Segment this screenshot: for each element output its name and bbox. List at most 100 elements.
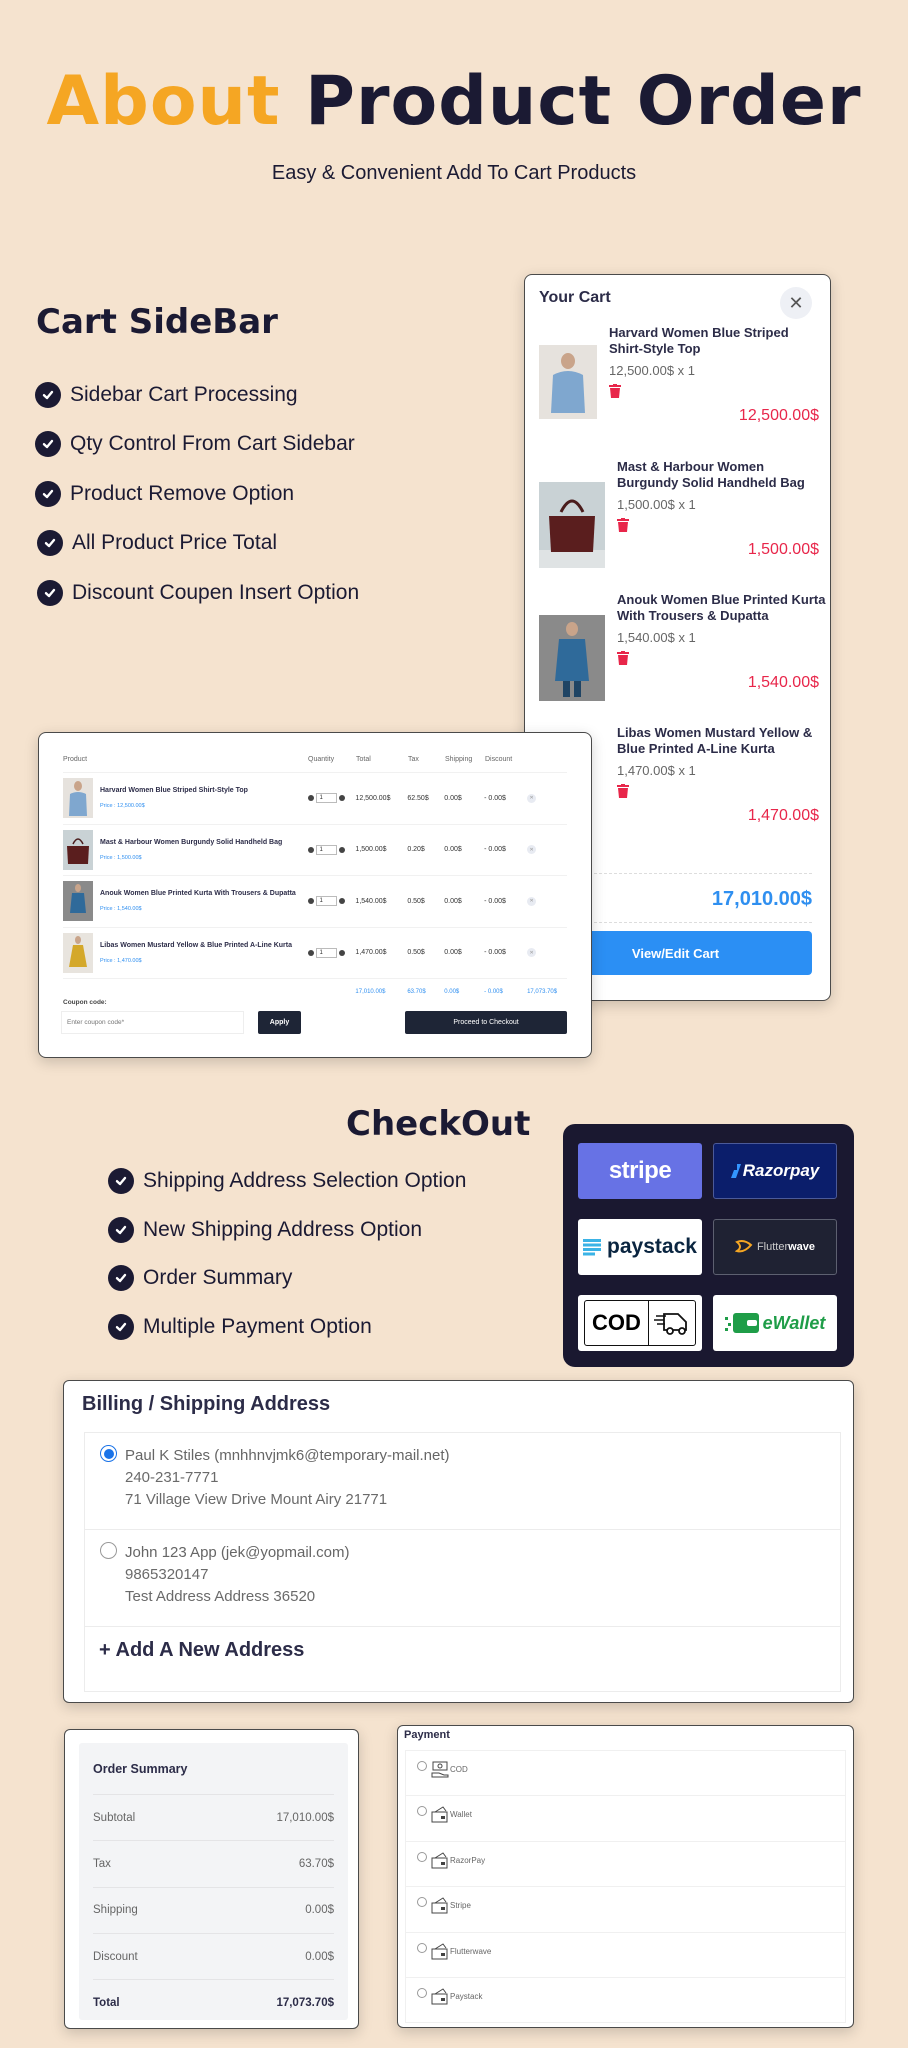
plus-icon[interactable] bbox=[338, 795, 345, 802]
cart-item-name[interactable]: Harvard Women Blue Striped Shirt-Style T… bbox=[609, 325, 819, 357]
product-thumbnail[interactable] bbox=[539, 615, 605, 701]
ewallet-logo[interactable]: eWallet bbox=[713, 1295, 837, 1351]
quantity-input[interactable]: 1 bbox=[315, 896, 337, 907]
payment-option-razorpay[interactable]: RazorPay bbox=[406, 1842, 845, 1888]
cart-item-name[interactable]: Mast & Harbour Women Burgundy Solid Hand… bbox=[617, 459, 827, 491]
cart-item-qty: 1,500.00$ x 1 bbox=[617, 497, 696, 512]
payment-radio[interactable] bbox=[417, 1806, 427, 1817]
paystack-logo[interactable]: paystack bbox=[578, 1219, 702, 1275]
razorpay-logo[interactable]: Razorpay bbox=[713, 1143, 837, 1199]
feature-item: Multiple Payment Option bbox=[108, 1303, 466, 1352]
cart-item-qty: 1,470.00$ x 1 bbox=[617, 763, 696, 778]
address-card: Billing / Shipping Address Paul K Stiles… bbox=[63, 1380, 854, 1703]
quantity-input[interactable]: 1 bbox=[315, 947, 337, 958]
cart-table-panel: Product Quantity Total Tax Shipping Disc… bbox=[38, 732, 592, 1058]
remove-item-icon[interactable]: ✕ bbox=[527, 845, 537, 855]
address-option[interactable]: Paul K Stiles (mnhhnvjmk6@temporary-mail… bbox=[85, 1433, 840, 1530]
cod-logo[interactable]: COD bbox=[578, 1295, 702, 1351]
product-thumbnail[interactable] bbox=[63, 778, 93, 819]
cart-item-price: 1,470.00$ bbox=[747, 807, 819, 824]
flutterwave-icon bbox=[734, 1240, 753, 1253]
product-thumbnail[interactable] bbox=[63, 932, 93, 973]
wallet-icon bbox=[724, 1313, 759, 1333]
minus-icon[interactable] bbox=[307, 846, 314, 853]
coupon-input[interactable] bbox=[61, 1011, 244, 1034]
check-circle-icon bbox=[37, 579, 63, 606]
payment-option-wallet[interactable]: Wallet bbox=[406, 1796, 845, 1842]
remove-item-icon[interactable]: ✕ bbox=[527, 793, 537, 803]
add-new-address-button[interactable]: + Add A New Address bbox=[99, 1639, 304, 1662]
order-summary-title: Order Summary bbox=[93, 1743, 334, 1795]
cart-item-name[interactable]: Libas Women Mustard Yellow & Blue Printe… bbox=[617, 725, 827, 757]
checkout-heading: CheckOut bbox=[346, 1104, 531, 1144]
payment-methods-card: Payment COD Wallet RazorPay Stripe Flutt… bbox=[397, 1725, 854, 2028]
summary-row: Discount 0.00$ bbox=[93, 1934, 334, 1981]
cart-item: Anouk Women Blue Printed Kurta With Trou… bbox=[539, 592, 826, 712]
address-phone: 240-231-7771 bbox=[125, 1469, 219, 1486]
proceed-to-checkout-button[interactable]: Proceed to Checkout bbox=[405, 1011, 567, 1034]
trash-icon[interactable] bbox=[617, 518, 629, 532]
feature-item: New Shipping Address Option bbox=[108, 1206, 466, 1255]
payment-radio[interactable] bbox=[417, 1851, 427, 1862]
minus-icon[interactable] bbox=[307, 949, 314, 956]
payment-radio[interactable] bbox=[417, 1897, 427, 1908]
razorpay-icon bbox=[730, 1164, 741, 1178]
apply-coupon-button[interactable]: Apply bbox=[258, 1011, 301, 1034]
plus-icon[interactable] bbox=[338, 898, 345, 905]
payment-option-stripe[interactable]: Stripe bbox=[406, 1887, 845, 1933]
payment-method-list: COD Wallet RazorPay Stripe Flutterwave P… bbox=[405, 1750, 846, 2023]
stripe-logo[interactable]: stripe bbox=[578, 1143, 702, 1199]
plus-icon[interactable] bbox=[338, 846, 345, 853]
address-radio-selected[interactable] bbox=[100, 1445, 117, 1462]
payment-option-flutterwave[interactable]: Flutterwave bbox=[406, 1933, 845, 1978]
summary-row: Shipping 0.00$ bbox=[93, 1888, 334, 1934]
page-title: About Product Order bbox=[0, 62, 908, 141]
product-name[interactable]: Mast & Harbour Women Burgundy Solid Hand… bbox=[100, 839, 282, 846]
check-circle-icon bbox=[108, 1216, 134, 1243]
table-row: Libas Women Mustard Yellow & Blue Printe… bbox=[63, 928, 567, 979]
quantity-input[interactable]: 1 bbox=[315, 844, 337, 855]
plus-icon[interactable] bbox=[338, 949, 345, 956]
trash-icon[interactable] bbox=[617, 651, 629, 665]
cart-item-qty: 12,500.00$ x 1 bbox=[609, 363, 696, 378]
payment-option-cod[interactable]: COD bbox=[406, 1751, 845, 1797]
remove-item-icon[interactable]: ✕ bbox=[527, 948, 537, 958]
check-circle-icon bbox=[108, 1168, 134, 1195]
quantity-input[interactable]: 1 bbox=[315, 793, 337, 804]
payment-radio[interactable] bbox=[417, 1942, 427, 1953]
feature-item: Sidebar Cart Processing bbox=[35, 370, 359, 420]
cart-item-name[interactable]: Anouk Women Blue Printed Kurta With Trou… bbox=[617, 592, 827, 624]
payment-radio[interactable] bbox=[417, 1987, 427, 1998]
remove-item-icon[interactable]: ✕ bbox=[527, 896, 537, 906]
product-thumbnail[interactable] bbox=[63, 881, 93, 922]
summary-row: Subtotal 17,010.00$ bbox=[93, 1795, 334, 1842]
minus-icon[interactable] bbox=[307, 795, 314, 802]
product-thumbnail[interactable] bbox=[63, 829, 93, 870]
cart-sidebar-heading: Cart SideBar bbox=[36, 302, 278, 342]
address-street: 71 Village View Drive Mount Airy 21771 bbox=[125, 1491, 388, 1508]
address-option[interactable]: John 123 App (jek@yopmail.com) 986532014… bbox=[85, 1530, 840, 1627]
address-radio[interactable] bbox=[100, 1542, 117, 1559]
coupon-label: Coupon code: bbox=[63, 999, 107, 1006]
product-thumbnail[interactable] bbox=[539, 482, 605, 568]
payment-option-paystack[interactable]: Paystack bbox=[406, 1978, 845, 2023]
product-thumbnail[interactable] bbox=[539, 345, 597, 419]
cart-item-qty: 1,540.00$ x 1 bbox=[617, 630, 696, 645]
table-row: Mast & Harbour Women Burgundy Solid Hand… bbox=[63, 825, 567, 876]
trash-icon[interactable] bbox=[617, 784, 629, 798]
feature-item: Discount Coupen Insert Option bbox=[35, 568, 359, 618]
table-header: Product Quantity Total Tax Shipping Disc… bbox=[63, 747, 567, 773]
delivery-truck-icon bbox=[649, 1301, 695, 1345]
summary-row: Tax 63.70$ bbox=[93, 1841, 334, 1888]
minus-icon[interactable] bbox=[307, 898, 314, 905]
cart-item-price: 12,500.00$ bbox=[738, 407, 819, 424]
close-cart-button[interactable]: ✕ bbox=[780, 287, 812, 319]
trash-icon[interactable] bbox=[609, 384, 621, 398]
payment-radio[interactable] bbox=[417, 1761, 427, 1771]
product-name[interactable]: Anouk Women Blue Printed Kurta With Trou… bbox=[100, 890, 296, 897]
grand-total: 17,073.70$ bbox=[527, 989, 558, 995]
product-name[interactable]: Libas Women Mustard Yellow & Blue Printe… bbox=[100, 942, 292, 949]
flutterwave-logo[interactable]: Flutter wave bbox=[713, 1219, 837, 1275]
product-price: Price : 1,540.00$ bbox=[100, 906, 142, 913]
product-name[interactable]: Harvard Women Blue Striped Shirt-Style T… bbox=[100, 787, 248, 794]
